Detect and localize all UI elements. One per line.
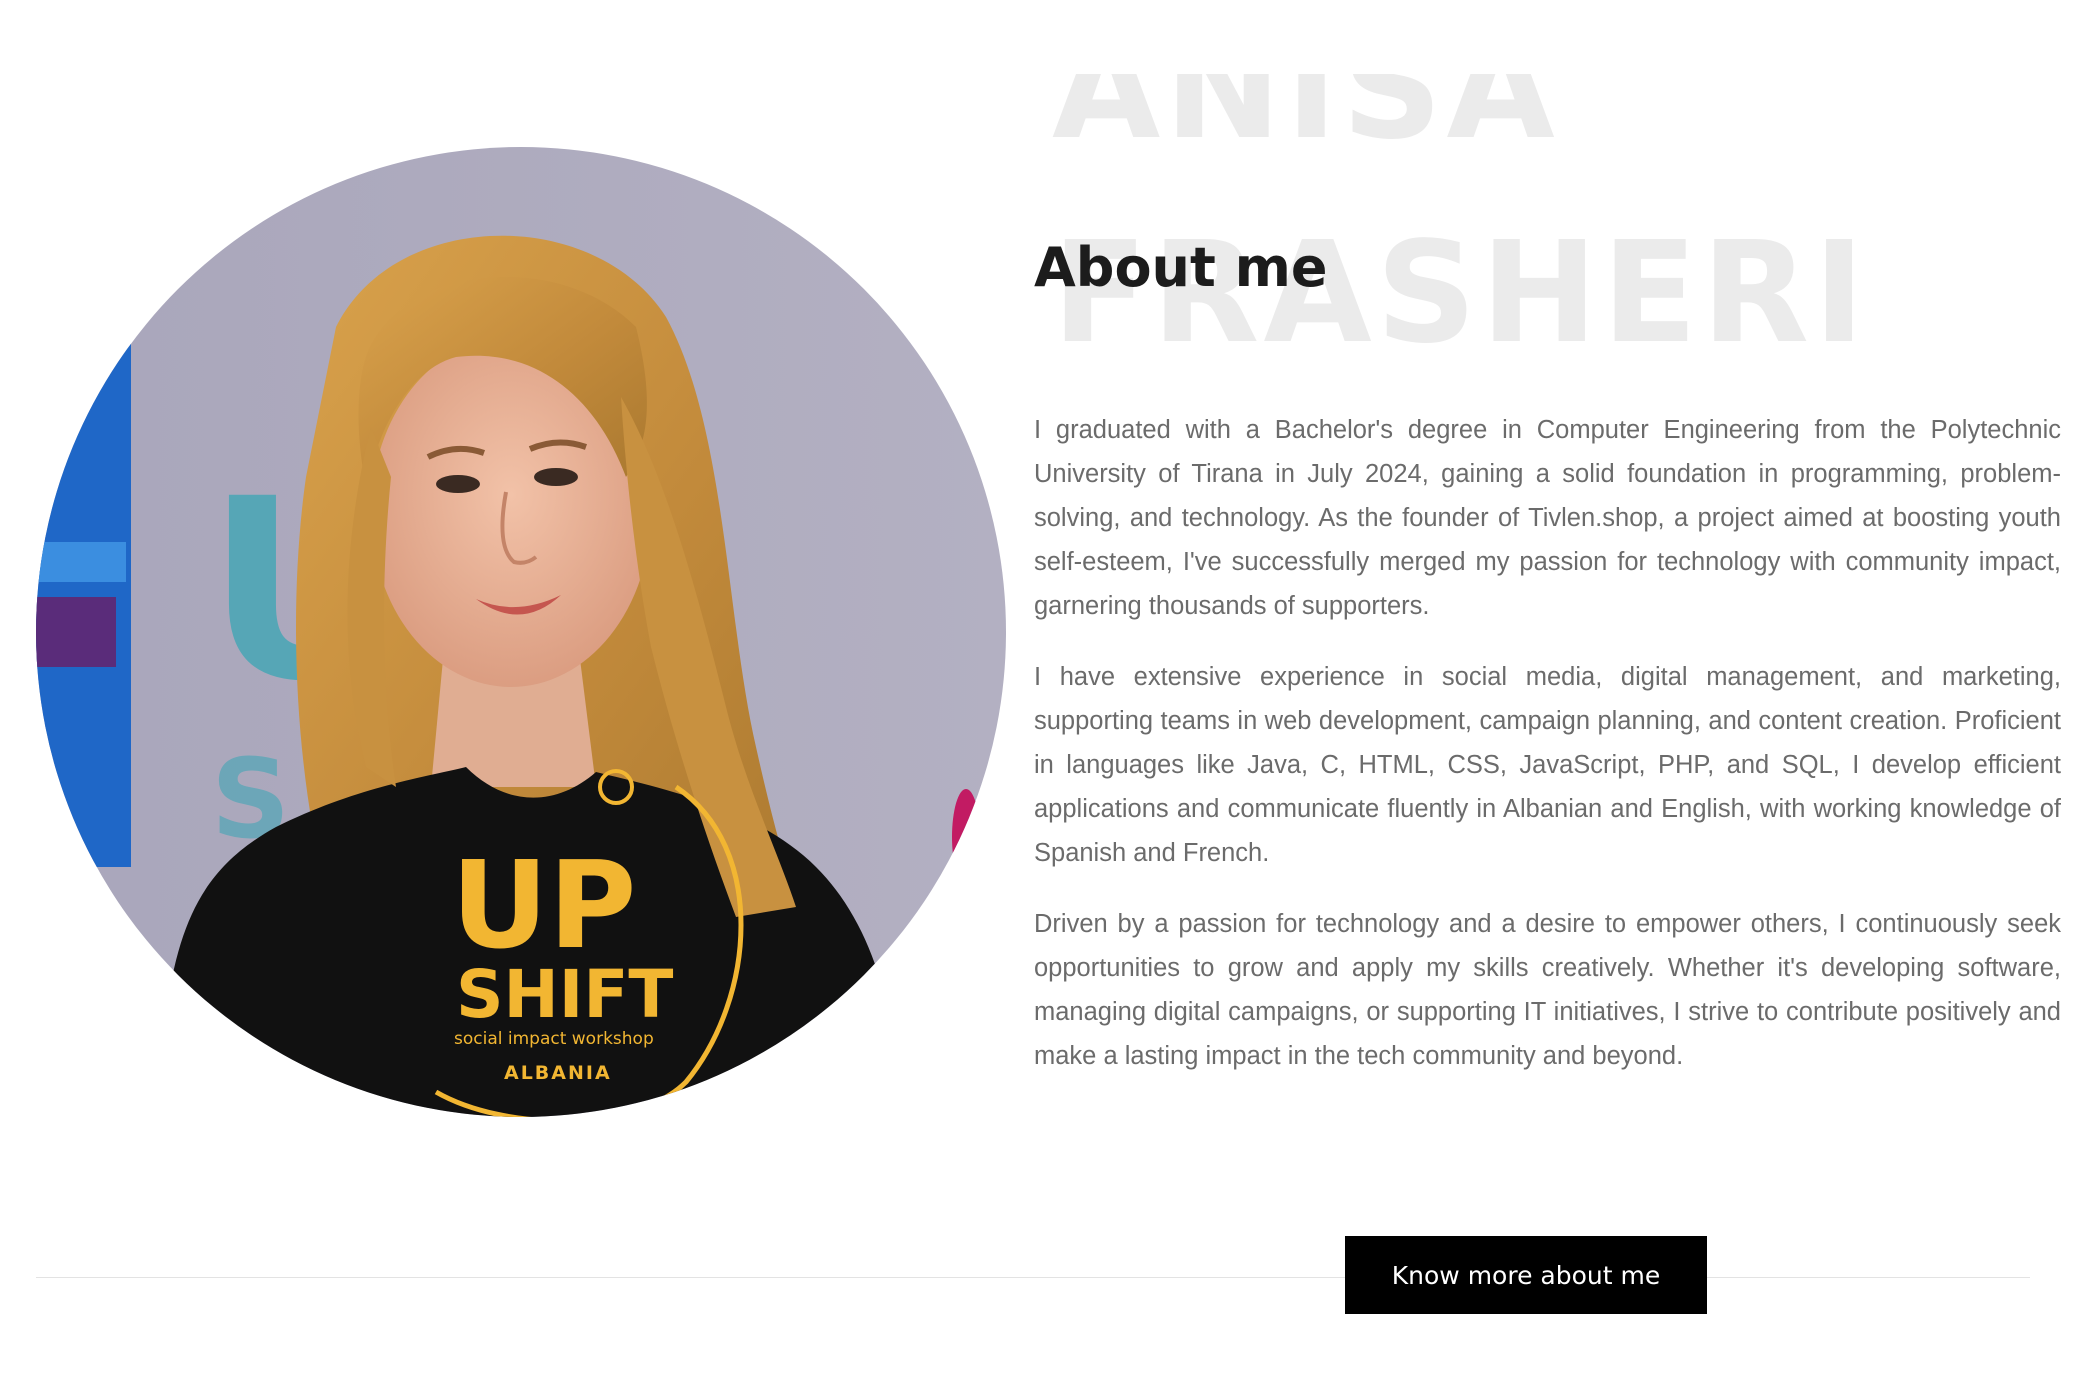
know-more-button[interactable]: Know more about me bbox=[1345, 1236, 1707, 1314]
profile-photo: UP S UP SHIFT social impact workshop ALB… bbox=[36, 147, 1006, 1117]
about-paragraph-experience: I have extensive experience in social me… bbox=[1034, 663, 2061, 867]
about-paragraph-goals: Driven by a passion for technology and a… bbox=[1034, 910, 2061, 1070]
watermark-first-name: ANISA bbox=[1052, 74, 1559, 171]
about-paragraphs: I graduated with a Bachelor's degree in … bbox=[1034, 408, 2061, 1078]
about-heading: About me bbox=[1034, 236, 1328, 299]
shirt-tagline: social impact workshop bbox=[454, 1029, 654, 1049]
about-section: About me I graduated with a Bachelor's d… bbox=[1034, 232, 2061, 1105]
section-divider bbox=[36, 1277, 2030, 1278]
about-paragraph-education: I graduated with a Bachelor's degree in … bbox=[1034, 416, 2061, 620]
shirt-logo-shift: SHIFT bbox=[456, 956, 673, 1033]
shirt-country: ALBANIA bbox=[504, 1062, 612, 1084]
